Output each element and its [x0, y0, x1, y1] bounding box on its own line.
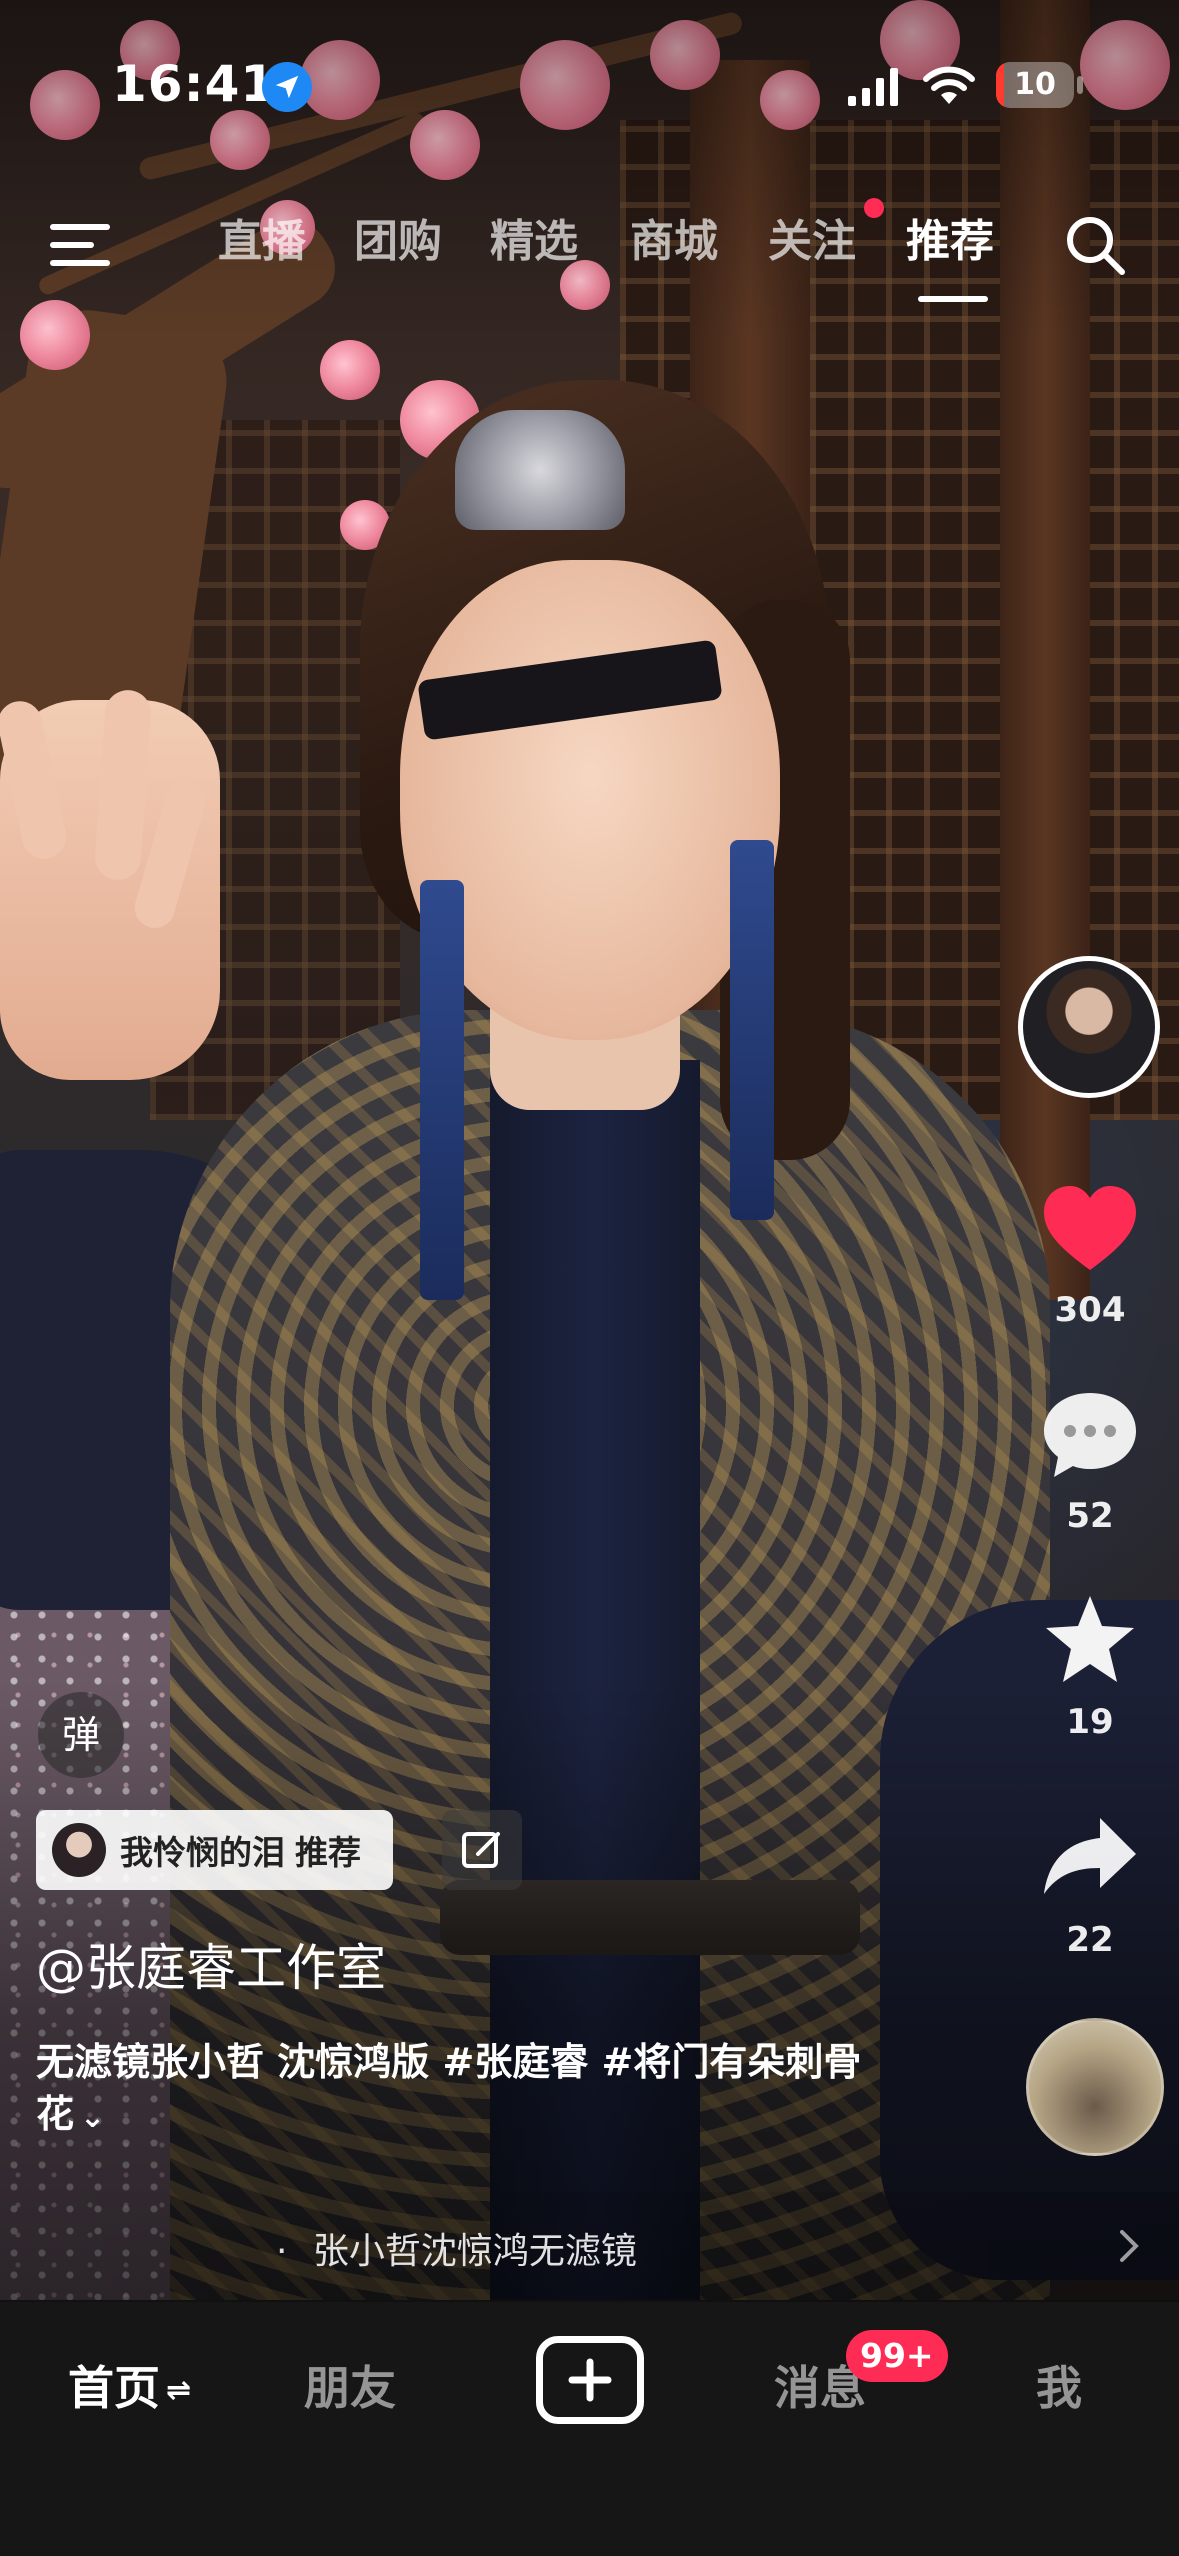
- danmu-toggle-button[interactable]: 弹: [38, 1692, 124, 1778]
- recommender-name: 我怜悯的泪: [120, 1833, 285, 1872]
- blue-tassel: [730, 840, 774, 1220]
- hamburger-menu-icon[interactable]: [50, 218, 122, 272]
- blue-tassel: [420, 880, 464, 1300]
- battery-percent: 10: [1014, 67, 1056, 102]
- favorite-star-icon[interactable]: [1040, 1590, 1140, 1690]
- chevron-down-icon[interactable]: ⌄: [80, 2092, 105, 2144]
- active-tab-indicator: [918, 296, 988, 302]
- tab-friends[interactable]: 朋友: [304, 2352, 396, 2418]
- tab-following[interactable]: 关注: [768, 212, 856, 272]
- like-heart-icon[interactable]: [1040, 1180, 1140, 1280]
- tab-me[interactable]: 我: [1036, 2352, 1082, 2418]
- like-count: 304: [1054, 1290, 1126, 1330]
- chevron-right-icon[interactable]: [1112, 2226, 1146, 2266]
- comment-bubble-icon[interactable]: [1040, 1385, 1140, 1485]
- location-arrow-icon: [262, 62, 312, 112]
- wifi-icon: [923, 66, 975, 104]
- tab-featured[interactable]: 精选: [490, 212, 578, 272]
- tab-mall[interactable]: 商城: [630, 212, 718, 272]
- music-name: 张小哲沈惊鸿无滤镜: [312, 2231, 637, 2272]
- plus-icon: [568, 2358, 612, 2402]
- comment-count: 52: [1066, 1496, 1114, 1536]
- cellular-signal-icon: [848, 68, 898, 106]
- battery-tip: [1077, 76, 1083, 94]
- description-text: 无滤镜张小哲 沈惊鸿版 #张庭睿 #将门有朵刺骨花: [36, 2040, 862, 2136]
- music-title[interactable]: · 张小哲沈惊鸿无滤镜: [276, 2222, 637, 2274]
- share-count: 22: [1066, 1920, 1114, 1960]
- blossom: [320, 340, 380, 400]
- tab-group-buy[interactable]: 团购: [354, 212, 442, 272]
- battery-indicator: 10: [996, 62, 1074, 108]
- following-notification-dot: [864, 198, 884, 218]
- tab-recommended[interactable]: 推荐: [906, 212, 994, 272]
- top-gradient: [0, 0, 1179, 340]
- music-dot: ·: [276, 2231, 288, 2272]
- author-name[interactable]: @张庭睿工作室: [36, 1928, 386, 2000]
- author-avatar[interactable]: [1018, 956, 1160, 1098]
- status-time: 16:41: [112, 55, 277, 113]
- edit-comment-button[interactable]: [442, 1810, 522, 1890]
- favorite-count: 19: [1066, 1702, 1114, 1742]
- messages-badge: 99+: [846, 2330, 948, 2382]
- recommended-by-pill[interactable]: 我怜悯的泪 推荐: [36, 1810, 393, 1890]
- hair-crown: [455, 410, 625, 530]
- create-post-button[interactable]: [536, 2336, 644, 2424]
- recommend-label: 推荐: [295, 1833, 361, 1872]
- search-icon[interactable]: [1062, 212, 1128, 278]
- tab-home[interactable]: 首页 ⇌: [68, 2352, 191, 2418]
- recommender-avatar: [52, 1823, 106, 1877]
- swap-icon: ⇌: [166, 2373, 192, 2408]
- music-disc-icon[interactable]: [1026, 2018, 1164, 2156]
- tab-live[interactable]: 直播: [218, 212, 306, 272]
- post-description[interactable]: 无滤镜张小哲 沈惊鸿版 #张庭睿 #将门有朵刺骨花 ⌄: [36, 2036, 896, 2144]
- edit-icon: [462, 1832, 500, 1868]
- home-label: 首页: [68, 2361, 160, 2415]
- share-arrow-icon[interactable]: [1040, 1808, 1140, 1908]
